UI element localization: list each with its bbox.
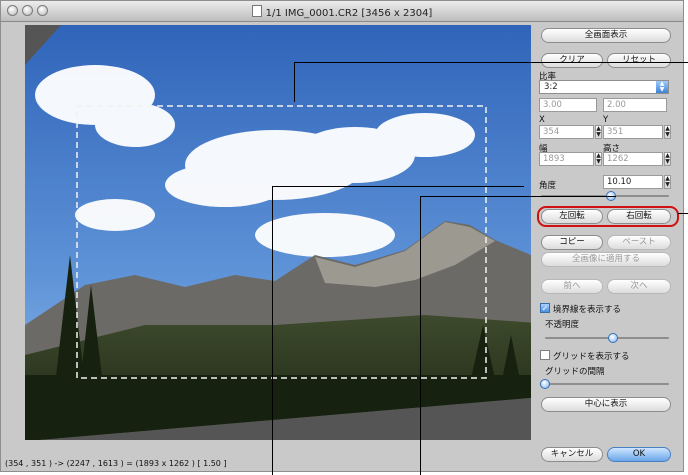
rotated-photo[interactable] [25, 25, 531, 440]
prev-button[interactable]: 前へ [541, 279, 603, 294]
center-view-button[interactable]: 中心に表示 [541, 397, 671, 412]
opacity-label: 不透明度 [545, 320, 580, 330]
apply-all-button[interactable]: 全画像に適用する [541, 252, 671, 267]
width-field[interactable]: 1893 [539, 152, 594, 166]
chevron-updown-icon: ▲ ▼ [656, 81, 668, 93]
document-icon [251, 5, 262, 17]
angle-stepper[interactable]: ▲ ▼ [664, 175, 671, 189]
aspect-width-field[interactable]: 3.00 [539, 98, 597, 112]
callout-line-top-drop [294, 62, 295, 102]
copy-button[interactable]: コピー [541, 235, 603, 250]
rotate-left-button[interactable]: 左回転 [541, 209, 603, 224]
angle-field[interactable]: 10.10 [603, 175, 663, 189]
aspect-select-value: 3:2 [544, 82, 558, 92]
aspect-select[interactable]: 3:2 ▲ ▼ [539, 80, 669, 94]
callout-line-right [420, 196, 616, 197]
fullscreen-button[interactable]: 全画面表示 [541, 28, 671, 43]
tool-panel: 全画面表示 クリア リセット 比率 3:2 ▲ ▼ 3.00 2.00 X Y 3… [535, 23, 681, 465]
next-button[interactable]: 次へ [607, 279, 671, 294]
grid-label: グリッドを表示する [553, 352, 630, 362]
window-title: 1/1 IMG_0001.CR2 [3456 x 2304] [265, 8, 433, 19]
x-stepper[interactable]: ▲ ▼ [595, 125, 602, 139]
opacity-slider-knob[interactable] [608, 333, 619, 343]
x-field[interactable]: 354 [539, 125, 594, 139]
opacity-slider-track[interactable] [545, 337, 669, 339]
reset-button[interactable]: リセット [607, 53, 671, 68]
callout-line-left-drop [272, 186, 273, 475]
callout-tick [678, 213, 688, 214]
clear-button[interactable]: クリア [541, 53, 603, 68]
aspect-height-field[interactable]: 2.00 [603, 98, 667, 112]
grid-spacing-label: グリッドの間隔 [545, 367, 605, 377]
coordinate-readout: (354 , 351 ) -> (2247 , 1613 ) = (1893 x… [5, 459, 227, 468]
title-bar[interactable]: 1/1 IMG_0001.CR2 [3456 x 2304] [1, 1, 683, 22]
window-title-wrap: 1/1 IMG_0001.CR2 [3456 x 2304] [1, 5, 683, 19]
grid-spacing-slider-track[interactable] [545, 383, 669, 385]
callout-line-left [272, 186, 524, 187]
image-canvas[interactable] [25, 25, 531, 440]
rotate-right-button[interactable]: 右回転 [607, 209, 671, 224]
y-stepper[interactable]: ▲ ▼ [664, 125, 671, 139]
angle-label: 角度 [539, 181, 557, 191]
x-label: X [539, 115, 545, 125]
grid-spacing-slider-knob[interactable] [540, 379, 550, 389]
callout-line-top [294, 62, 688, 63]
y-label: Y [603, 115, 609, 125]
height-field[interactable]: 1262 [603, 152, 663, 166]
grid-checkbox[interactable] [540, 350, 550, 360]
ok-button[interactable]: OK [607, 447, 671, 462]
y-field[interactable]: 351 [603, 125, 663, 139]
crop-window: 1/1 IMG_0001.CR2 [3456 x 2304] (354 , 35… [0, 0, 684, 472]
cancel-button[interactable]: キャンセル [541, 447, 603, 462]
height-stepper[interactable]: ▲ ▼ [664, 152, 671, 166]
border-label: 境界線を表示する [553, 305, 622, 315]
border-checkbox[interactable]: ✓ [540, 303, 550, 313]
width-stepper[interactable]: ▲ ▼ [595, 152, 602, 166]
callout-line-right-drop [420, 196, 421, 475]
paste-button[interactable]: ペースト [607, 235, 671, 250]
